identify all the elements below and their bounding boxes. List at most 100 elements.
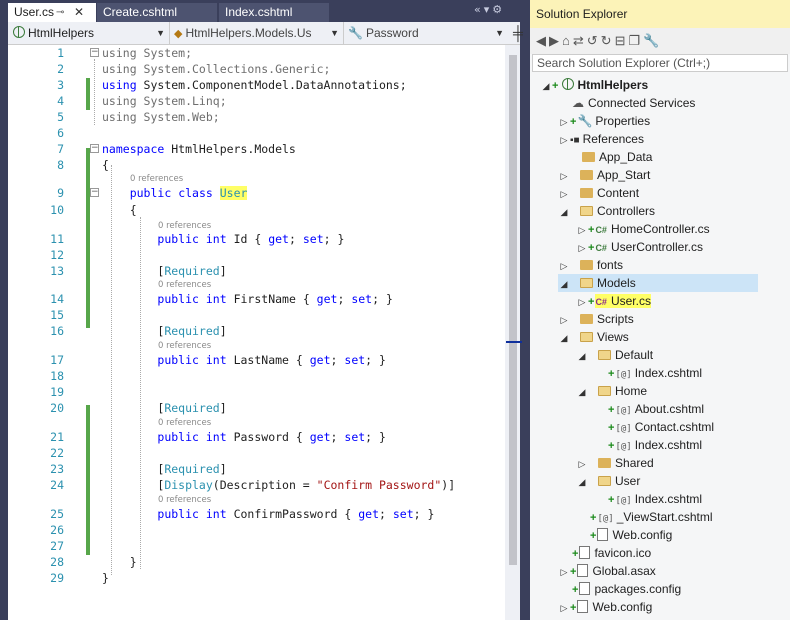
tree-node-controllers[interactable]: ◢ Controllers: [558, 202, 656, 221]
tree-node-shared[interactable]: ▷ Shared: [576, 454, 654, 472]
collapsed-arrow-icon[interactable]: ▷: [576, 221, 588, 239]
tree-node-usercontroller[interactable]: ▷ +C# UserController.cs: [576, 238, 703, 256]
code-text-area[interactable]: 1− using System; 2 using System.Collection…: [8, 45, 505, 620]
tree-node-fonts[interactable]: ▷ fonts: [558, 256, 624, 275]
tree-node-home-index[interactable]: +[@] Index.cshtml: [608, 436, 702, 454]
expanded-arrow-icon[interactable]: ◢: [540, 77, 552, 95]
code-line: 20 [Required]: [50, 401, 227, 415]
config-file-icon: [579, 582, 591, 595]
collapsed-arrow-icon[interactable]: ▷: [558, 257, 570, 275]
tree-node-packages-config[interactable]: + packages.config: [572, 580, 681, 598]
collapsed-arrow-icon[interactable]: ▷: [558, 599, 570, 617]
codelens-references[interactable]: 0 references: [158, 495, 211, 505]
folder-open-icon: [580, 206, 594, 216]
tree-node-web-config[interactable]: ▷ + Web.config: [558, 598, 652, 616]
expanded-arrow-icon[interactable]: ◢: [576, 383, 588, 401]
collapsed-arrow-icon[interactable]: ▷: [558, 563, 570, 581]
sync-icon[interactable]: ⇄: [573, 33, 587, 48]
tree-node-viewstart[interactable]: +[@] _ViewStart.cshtml: [590, 508, 713, 526]
wrench-icon: 🔧: [348, 26, 363, 40]
csharp-file-icon: C#: [595, 225, 607, 235]
collapse-all-icon[interactable]: ⊟: [615, 33, 629, 48]
back-icon[interactable]: ◀: [536, 33, 549, 48]
code-line: 8{: [57, 158, 109, 172]
tree-node-label: Controllers: [597, 204, 656, 218]
pin-icon[interactable]: ⊸: [56, 3, 64, 22]
expanded-arrow-icon[interactable]: ◢: [576, 473, 588, 491]
collapsed-arrow-icon[interactable]: ▷: [576, 239, 588, 257]
tree-node-views-webconfig[interactable]: + Web.config: [590, 526, 672, 544]
expanded-arrow-icon[interactable]: ◢: [576, 347, 588, 365]
code-line: 28 }: [50, 555, 137, 569]
collapsed-arrow-icon[interactable]: ▷: [558, 113, 570, 131]
member-dropdown[interactable]: 🔧 Password ▼: [348, 22, 508, 44]
forward-icon[interactable]: ▶: [549, 33, 562, 48]
tree-node-views[interactable]: ◢ Views: [558, 328, 629, 346]
expanded-arrow-icon[interactable]: ◢: [558, 203, 570, 221]
tab-overflow-icon[interactable]: «▾⚙: [474, 3, 505, 16]
connected-services-icon: ☁: [572, 96, 584, 110]
tab-create-cshtml[interactable]: Create.cshtml: [97, 3, 217, 22]
tree-node-scripts[interactable]: ▷ Scripts: [558, 310, 634, 328]
tree-node-global-asax[interactable]: ▷ + Global.asax: [558, 562, 656, 580]
vertical-scrollbar[interactable]: [505, 45, 520, 620]
expanded-arrow-icon[interactable]: ◢: [558, 275, 570, 293]
project-dropdown[interactable]: HtmlHelpers ▼: [10, 22, 170, 44]
codelens-references[interactable]: 0 references: [158, 418, 211, 428]
history-icon[interactable]: ↺: [587, 33, 601, 48]
collapsed-arrow-icon[interactable]: ▷: [558, 167, 570, 185]
tree-node-label: Index.cshtml: [634, 366, 703, 380]
tree-node-references[interactable]: ▷ ▪■ References: [558, 130, 644, 148]
collapsed-arrow-icon[interactable]: ▷: [558, 131, 570, 149]
codelens-references[interactable]: 0 references: [158, 221, 211, 231]
tree-node-app-data[interactable]: App_Data: [582, 148, 652, 166]
tree-node-project[interactable]: ◢ + HtmlHelpers: [540, 76, 648, 94]
tree-node-default-index[interactable]: +[@] Index.cshtml: [608, 364, 702, 382]
tree-node-app-start[interactable]: ▷ App_Start: [558, 166, 651, 185]
tree-node-user-index[interactable]: +[@] Index.cshtml: [608, 490, 702, 508]
split-window-icon[interactable]: ╪: [513, 22, 523, 44]
type-dropdown[interactable]: ◆ HtmlHelpers.Models.Us ▼: [174, 22, 344, 44]
code-line: 13 [Required]: [50, 264, 227, 278]
config-file-icon: [577, 600, 589, 613]
tree-node-label: _ViewStart.cshtml: [616, 510, 713, 524]
tree-node-models[interactable]: ◢ Models: [558, 274, 758, 292]
folder-icon: [580, 170, 594, 180]
fold-toggle[interactable]: −: [90, 48, 99, 57]
tree-node-favicon[interactable]: + favicon.ico: [572, 544, 651, 562]
copy-icon[interactable]: ❐: [628, 33, 643, 48]
properties-icon[interactable]: 🔧: [643, 33, 662, 48]
tree-node-about[interactable]: +[@] About.cshtml: [608, 400, 704, 418]
tab-user-cs[interactable]: User.cs ⊸ ✕: [8, 3, 96, 22]
tree-node-content[interactable]: ▷ Content: [558, 184, 640, 203]
tree-node-contact[interactable]: +[@] Contact.cshtml: [608, 418, 714, 436]
refresh-icon[interactable]: ↻: [601, 33, 615, 48]
code-line: 27: [50, 539, 64, 553]
tree-node-connected-services[interactable]: ☁ Connected Services: [572, 94, 695, 112]
tab-index-cshtml[interactable]: Index.cshtml: [219, 3, 329, 22]
fold-toggle[interactable]: −: [90, 188, 99, 197]
tree-node-user-cs[interactable]: ▷ +C# User.cs: [576, 292, 651, 310]
codelens-references[interactable]: 0 references: [130, 174, 183, 184]
close-icon[interactable]: ✕: [74, 3, 84, 22]
collapsed-arrow-icon[interactable]: ▷: [558, 185, 570, 203]
codelens-references[interactable]: 0 references: [158, 280, 211, 290]
collapsed-arrow-icon[interactable]: ▷: [558, 311, 570, 329]
code-line: 14 public int FirstName { get; set; }: [50, 292, 393, 306]
chevron-down-icon: ▼: [330, 28, 339, 38]
collapsed-arrow-icon[interactable]: ▷: [576, 293, 588, 311]
tree-node-label: User.cs: [610, 294, 651, 308]
solution-explorer-search-input[interactable]: Search Solution Explorer (Ctrl+;): [532, 54, 788, 72]
code-line: 11 public int Id { get; set; }: [50, 232, 345, 246]
tree-node-user-folder[interactable]: ◢ User: [576, 472, 641, 491]
collapsed-arrow-icon[interactable]: ▷: [576, 455, 588, 473]
codelens-references[interactable]: 0 references: [158, 341, 211, 351]
fold-toggle[interactable]: −: [90, 144, 99, 153]
home-icon[interactable]: ⌂: [562, 33, 573, 48]
expanded-arrow-icon[interactable]: ◢: [558, 329, 570, 347]
tree-node-homecontroller[interactable]: ▷ +C# HomeController.cs: [576, 220, 710, 238]
tree-node-home[interactable]: ◢ Home: [576, 382, 648, 401]
tree-node-default[interactable]: ◢ Default: [576, 346, 654, 365]
tree-node-properties[interactable]: ▷ +🔧 Properties: [558, 112, 651, 131]
scrollbar-thumb[interactable]: [509, 55, 517, 565]
